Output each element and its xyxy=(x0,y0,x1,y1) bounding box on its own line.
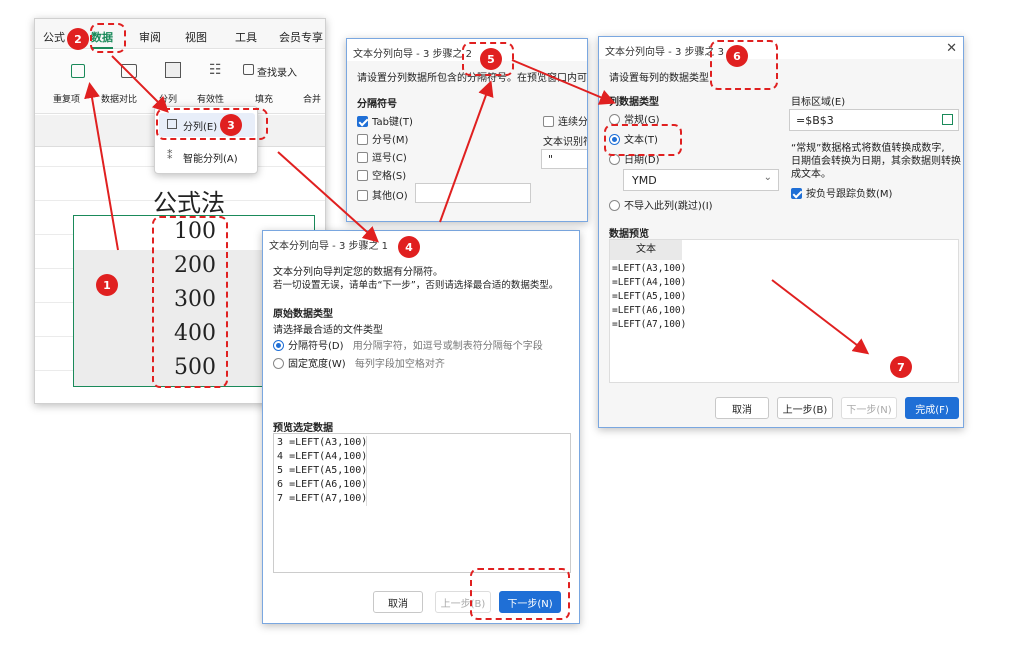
arrow-1 xyxy=(84,82,119,251)
step-badge: 4 xyxy=(398,236,420,258)
step-badge: 7 xyxy=(890,356,912,378)
highlight-split-menu xyxy=(156,108,268,140)
arrow-2 xyxy=(111,55,169,113)
highlight-values xyxy=(152,216,228,388)
step-badge: 2 xyxy=(67,28,89,50)
step-badge: 3 xyxy=(220,114,242,136)
arrow-6 xyxy=(771,279,870,355)
arrow-5 xyxy=(511,59,616,105)
highlight-text-option xyxy=(604,124,682,156)
arrow-4 xyxy=(439,80,494,223)
step-badge: 6 xyxy=(726,45,748,67)
arrow-3 xyxy=(277,151,379,243)
step-badge: 1 xyxy=(96,274,118,296)
step-badge: 5 xyxy=(480,48,502,70)
highlight-next-button xyxy=(470,568,570,620)
highlight-data-tab xyxy=(90,23,126,53)
